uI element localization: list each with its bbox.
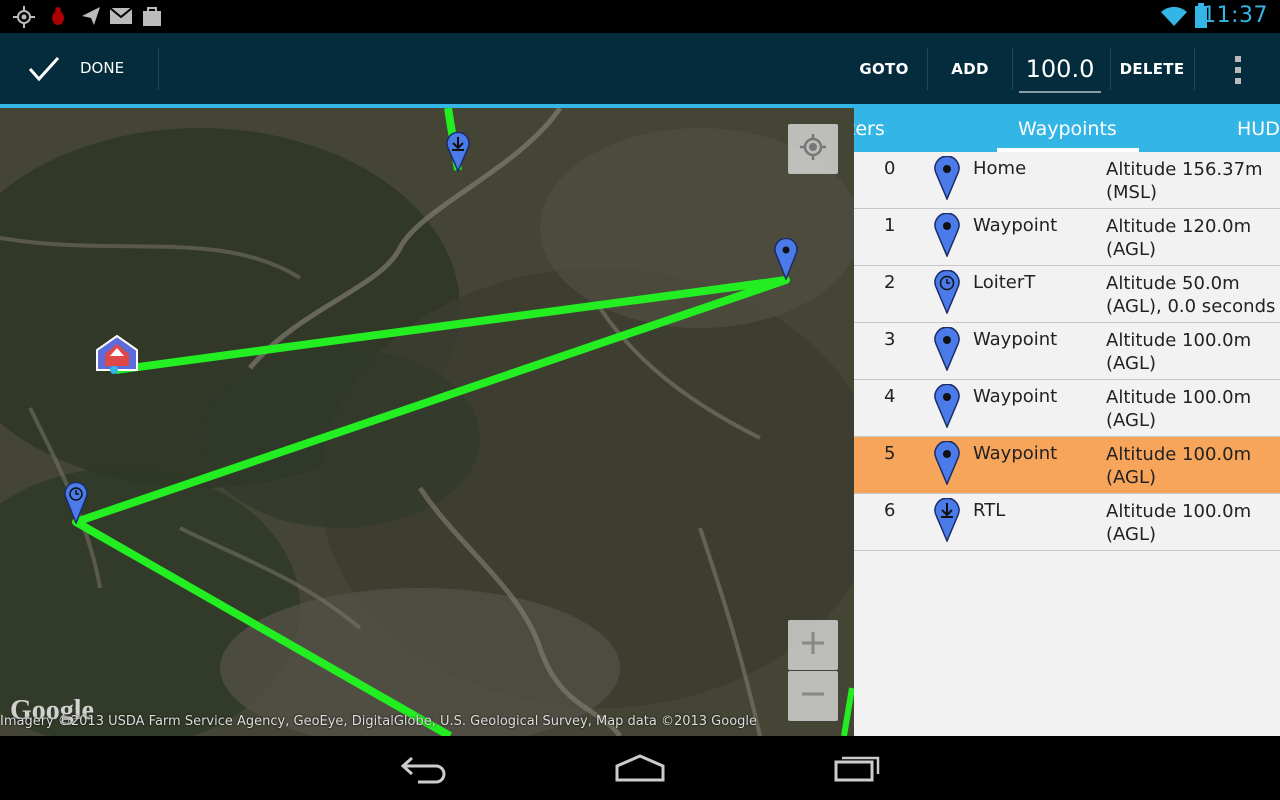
recent-apps-icon bbox=[834, 756, 880, 782]
waypoint-altitude: Altitude 100.0m bbox=[1106, 387, 1252, 408]
waypoint-altitude: Altitude 120.0m bbox=[1106, 216, 1252, 237]
waypoint-type: LoiterT bbox=[973, 272, 1036, 293]
waypoint-type: Home bbox=[973, 158, 1027, 179]
waypoint-detail: Altitude 50.0m (AGL), 0.0 seconds bbox=[1106, 272, 1275, 318]
waypoint-type: Waypoint bbox=[973, 215, 1058, 236]
waypoint-detail: Altitude 100.0m (AGL) bbox=[1106, 500, 1251, 546]
waypoint-row[interactable]: 2 LoiterT Altitude 50.0m (AGL), 0.0 seconds bbox=[854, 266, 1280, 323]
loiter-pin-icon bbox=[934, 269, 960, 319]
altitude-input[interactable]: 100.0 bbox=[1019, 47, 1101, 93]
waypoint-list: 0 Home Altitude 156.37m (MSL) 1 Waypoint Altit… bbox=[854, 152, 1280, 551]
home-marker-icon[interactable] bbox=[95, 334, 139, 380]
done-button[interactable]: DONE bbox=[0, 33, 158, 104]
mission-panel: Parameters Waypoints HUD 0 Home Altitude 1… bbox=[854, 108, 1280, 736]
waypoint-detail: Altitude 100.0m (AGL) bbox=[1106, 329, 1251, 375]
overflow-menu-button[interactable] bbox=[1210, 33, 1266, 104]
gmail-icon bbox=[109, 5, 133, 31]
tab-hud[interactable]: HUD bbox=[1237, 118, 1280, 140]
my-location-icon bbox=[799, 133, 827, 165]
rtl-pin-icon bbox=[934, 497, 960, 547]
waypoint-detail: Altitude 156.37m (MSL) bbox=[1106, 158, 1263, 204]
waypoint-number: 4 bbox=[884, 386, 896, 407]
waypoint-frame: (AGL) bbox=[1106, 239, 1157, 260]
waypoint-number: 3 bbox=[884, 329, 896, 350]
waypoint-row[interactable]: 1 Waypoint Altitude 120.0m (AGL) bbox=[854, 209, 1280, 266]
rtl-marker-icon[interactable] bbox=[446, 131, 470, 176]
waypoint-marker-icon[interactable] bbox=[774, 237, 798, 284]
home-button[interactable] bbox=[614, 752, 666, 788]
my-location-button[interactable] bbox=[788, 124, 838, 174]
tab-waypoints[interactable]: Waypoints bbox=[1018, 118, 1117, 140]
divider bbox=[1194, 48, 1195, 90]
loiter-marker-icon[interactable] bbox=[64, 481, 88, 528]
waypoint-altitude: Altitude 100.0m bbox=[1106, 444, 1252, 465]
plus-icon bbox=[800, 630, 826, 660]
pin-icon bbox=[934, 155, 960, 205]
waypoint-row[interactable]: 0 Home Altitude 156.37m (MSL) bbox=[854, 152, 1280, 209]
tab-parameters[interactable]: Parameters bbox=[854, 118, 885, 140]
bug-icon bbox=[48, 5, 68, 31]
waypoint-detail: Altitude 100.0m (AGL) bbox=[1106, 443, 1251, 489]
done-label: DONE bbox=[80, 59, 125, 77]
waypoint-number: 0 bbox=[884, 158, 896, 179]
back-button[interactable] bbox=[398, 752, 450, 788]
waypoint-frame: (AGL), 0.0 seconds bbox=[1106, 296, 1276, 317]
waypoint-frame: (MSL) bbox=[1106, 182, 1158, 203]
waypoint-detail: Altitude 100.0m (AGL) bbox=[1106, 386, 1251, 432]
pin-icon bbox=[934, 212, 960, 262]
goto-button[interactable]: GOTO bbox=[842, 33, 926, 104]
waypoint-type: RTL bbox=[973, 500, 1006, 521]
waypoint-number: 6 bbox=[884, 500, 896, 521]
waypoint-row[interactable]: 4 Waypoint Altitude 100.0m (AGL) bbox=[854, 380, 1280, 437]
pin-icon bbox=[934, 326, 960, 376]
store-icon bbox=[141, 5, 163, 31]
waypoint-number: 1 bbox=[884, 215, 896, 236]
action-bar: DONE GOTO ADD 100.0 DELETE bbox=[0, 33, 1280, 104]
pin-icon bbox=[934, 383, 960, 433]
satellite-map[interactable]: Google Imagery ©2013 USDA Farm Service A… bbox=[0, 108, 854, 736]
status-bar: 11:37 bbox=[0, 0, 1280, 33]
clock: 11:37 bbox=[1202, 3, 1268, 28]
waypoint-frame: (AGL) bbox=[1106, 524, 1157, 545]
waypoint-row[interactable]: 3 Waypoint Altitude 100.0m (AGL) bbox=[854, 323, 1280, 380]
flight-path bbox=[72, 108, 854, 736]
waypoint-altitude: Altitude 50.0m bbox=[1106, 273, 1240, 294]
map-attribution: Imagery ©2013 USDA Farm Service Agency, … bbox=[0, 714, 758, 729]
waypoint-frame: (AGL) bbox=[1106, 353, 1157, 374]
home-icon bbox=[615, 754, 665, 782]
send-icon bbox=[80, 5, 102, 31]
add-button[interactable]: ADD bbox=[928, 33, 1012, 104]
zoom-out-button[interactable] bbox=[788, 671, 838, 721]
waypoint-row[interactable]: 5 Waypoint Altitude 100.0m (AGL) bbox=[854, 437, 1280, 494]
more-vert-icon bbox=[1234, 55, 1242, 89]
divider bbox=[158, 48, 159, 90]
waypoint-altitude: Altitude 100.0m bbox=[1106, 330, 1252, 351]
gps-icon bbox=[12, 5, 36, 33]
waypoint-detail: Altitude 120.0m (AGL) bbox=[1106, 215, 1251, 261]
divider bbox=[1012, 48, 1013, 90]
recent-apps-button[interactable] bbox=[832, 750, 884, 788]
minus-icon bbox=[800, 681, 826, 711]
wifi-icon bbox=[1160, 4, 1188, 32]
tab-bar: Parameters Waypoints HUD bbox=[854, 108, 1280, 152]
waypoint-frame: (AGL) bbox=[1106, 410, 1157, 431]
waypoint-row[interactable]: 6 RTL Altitude 100.0m (AGL) bbox=[854, 494, 1280, 551]
waypoint-number: 5 bbox=[884, 443, 896, 464]
back-icon bbox=[400, 756, 446, 784]
zoom-in-button[interactable] bbox=[788, 620, 838, 670]
waypoint-altitude: Altitude 100.0m bbox=[1106, 501, 1252, 522]
waypoint-type: Waypoint bbox=[973, 329, 1058, 350]
checkmark-icon bbox=[28, 55, 60, 87]
waypoint-altitude: Altitude 156.37m bbox=[1106, 159, 1263, 180]
waypoint-frame: (AGL) bbox=[1106, 467, 1157, 488]
delete-button[interactable]: DELETE bbox=[1111, 33, 1193, 104]
waypoint-number: 2 bbox=[884, 272, 896, 293]
navigation-bar bbox=[0, 736, 1280, 800]
waypoint-type: Waypoint bbox=[973, 386, 1058, 407]
waypoint-type: Waypoint bbox=[973, 443, 1058, 464]
pin-icon bbox=[934, 440, 960, 490]
